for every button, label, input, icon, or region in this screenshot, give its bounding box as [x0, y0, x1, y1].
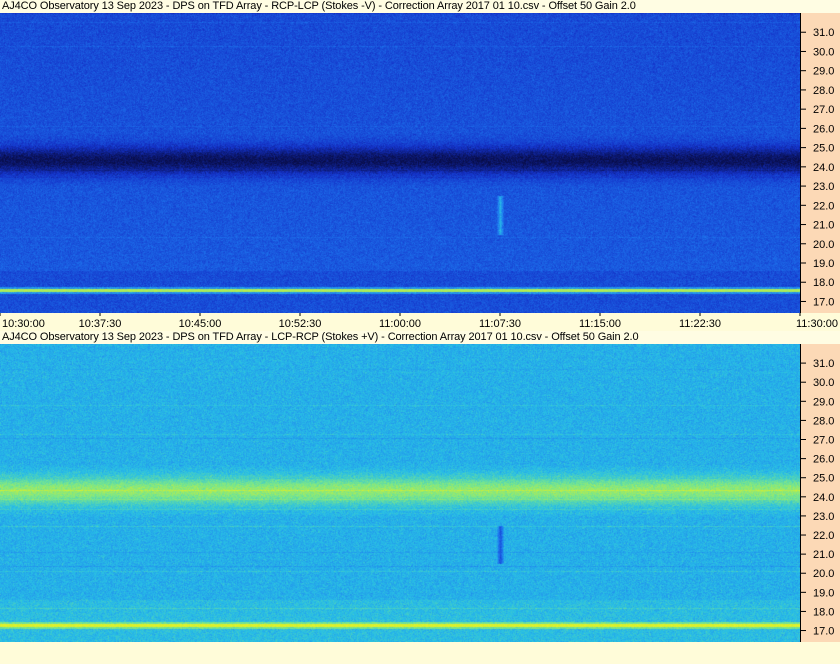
bottom-freq-tick-label: 17.0 [813, 626, 834, 638]
bottom-freq-tick-label: 24.0 [813, 492, 834, 504]
top-freq-tick-label: 23.0 [813, 181, 834, 193]
bottom-freq-tick-label: 19.0 [813, 587, 834, 599]
bottom-freq-tick-label: 29.0 [813, 396, 834, 408]
top-frequency-axis-svg: 17.0 18.0 19.0 20.0 21.0 22.0 23.0 24.0 25.0 26.0… [801, 27, 834, 308]
top-freq-tick-label: 27.0 [813, 104, 834, 116]
bottom-frequency-axis: 17.0 18.0 19.0 20.0 21.0 22.0 23.0 24.0 25.0 26.0… [800, 344, 840, 642]
time-tick-label: 11:22:30 [679, 318, 721, 330]
bottom-freq-tick-label: 31.0 [813, 358, 834, 370]
time-axis-svg: 10:30:00 10:37:30 10:45:00 10:52:30 11:00:00… [0, 313, 838, 330]
bottom-frequency-axis-svg: 17.0 18.0 19.0 20.0 21.0 22.0 23.0 24.0 25.0 26.0… [801, 358, 834, 638]
time-tick-label: 10:30:00 [2, 318, 45, 330]
top-freq-tick-label: 18.0 [813, 277, 834, 289]
bottom-freq-tick-label: 27.0 [813, 435, 834, 447]
top-freq-tick-label: 22.0 [813, 200, 834, 212]
time-tick-label: 11:00:00 [379, 318, 421, 330]
time-axis: 10:30:00 10:37:30 10:45:00 10:52:30 11:00:00… [0, 313, 840, 331]
time-tick-label: 10:45:00 [179, 318, 222, 330]
bottom-margin [0, 642, 840, 664]
time-tick-label: 11:07:30 [479, 318, 521, 330]
bottom-freq-tick-label: 20.0 [813, 568, 834, 580]
top-freq-tick-label: 20.0 [813, 239, 834, 251]
top-freq-tick-label: 21.0 [813, 220, 834, 232]
top-frequency-axis: 17.0 18.0 19.0 20.0 21.0 22.0 23.0 24.0 25.0 26.0… [800, 13, 840, 313]
top-freq-tick-label: 19.0 [813, 258, 834, 270]
bottom-freq-tick-label: 30.0 [813, 377, 834, 389]
time-tick-label: 11:15:00 [579, 318, 621, 330]
bottom-freq-tick-label: 21.0 [813, 549, 834, 561]
top-spectrogram [0, 13, 800, 313]
bottom-freq-tick-label: 22.0 [813, 530, 834, 542]
bottom-freq-tick-label: 25.0 [813, 473, 834, 485]
top-freq-tick-label: 17.0 [813, 296, 834, 308]
bottom-panel-title: AJ4CO Observatory 13 Sep 2023 - DPS on T… [2, 331, 639, 343]
top-freq-tick-label: 28.0 [813, 85, 834, 97]
bottom-freq-tick-label: 26.0 [813, 454, 834, 466]
bottom-spectrogram [0, 344, 800, 642]
top-freq-tick-label: 25.0 [813, 143, 834, 155]
time-tick-label: 10:52:30 [279, 318, 322, 330]
bottom-freq-tick-label: 23.0 [813, 511, 834, 523]
top-freq-tick-label: 31.0 [813, 27, 834, 39]
top-panel-title: AJ4CO Observatory 13 Sep 2023 - DPS on T… [2, 0, 636, 12]
top-freq-tick-label: 26.0 [813, 123, 834, 135]
time-tick-label: 10:37:30 [79, 318, 122, 330]
time-tick-label: 11:30:00 [796, 318, 838, 330]
top-freq-tick-label: 29.0 [813, 66, 834, 78]
top-freq-tick-label: 30.0 [813, 46, 834, 58]
bottom-freq-tick-label: 18.0 [813, 606, 834, 618]
bottom-freq-tick-label: 28.0 [813, 415, 834, 427]
top-freq-tick-label: 24.0 [813, 162, 834, 174]
